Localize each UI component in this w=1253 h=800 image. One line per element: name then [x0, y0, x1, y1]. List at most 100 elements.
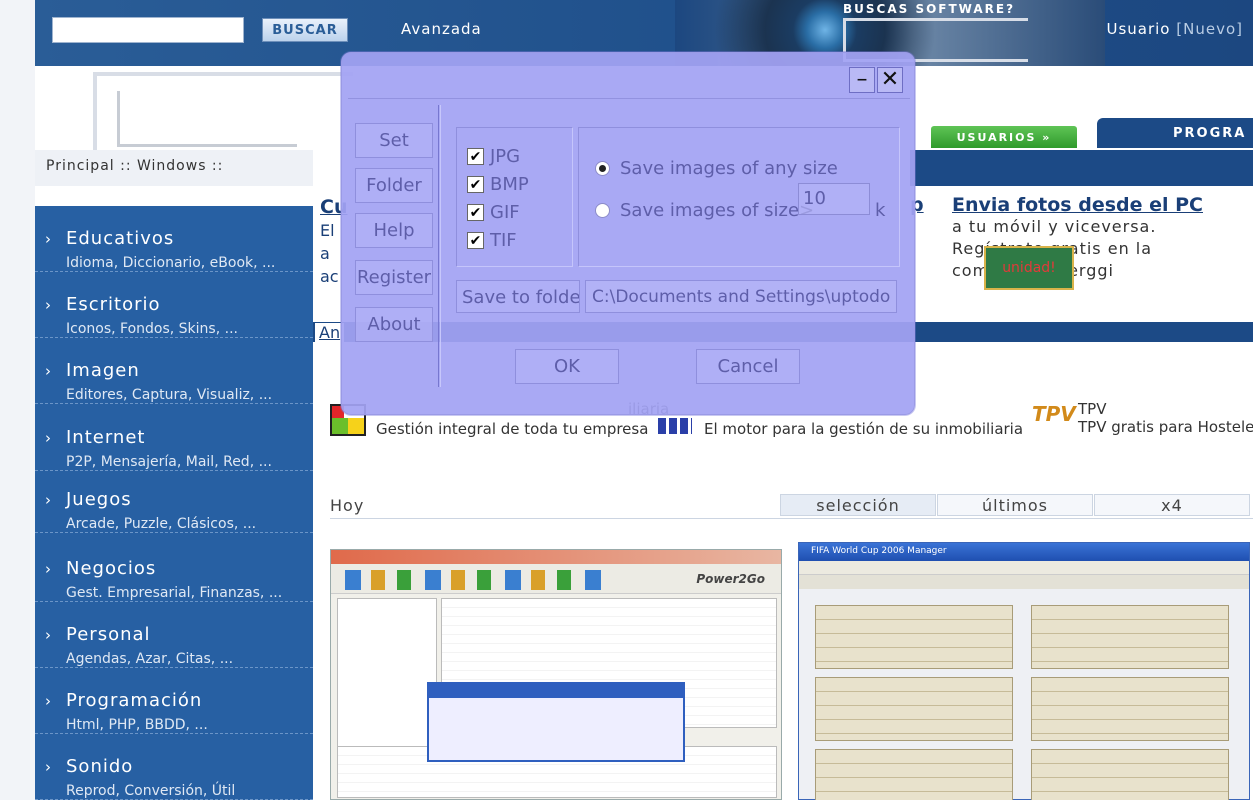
checkmark-icon: ✔ [467, 148, 484, 165]
tab-programas[interactable]: PROGRA [1097, 118, 1253, 148]
sidebar-item-juegos[interactable]: › Juegos Arcade, Puzzle, Clásicos, ... [35, 467, 313, 533]
sidebar-item-personal[interactable]: › Personal Agendas, Azar, Citas, ... [35, 602, 313, 668]
category-subtitle: Gest. Empresarial, Finanzas, ... [66, 585, 283, 601]
tab-ultimos[interactable]: últimos [937, 494, 1093, 516]
checkmark-icon: ✔ [467, 204, 484, 221]
radio-empty-icon [595, 203, 610, 218]
about-button[interactable]: About [355, 307, 433, 342]
group-table [1031, 605, 1229, 669]
chevron-right-icon: › [45, 295, 52, 314]
sidebar-item-sonido[interactable]: › Sonido Reprod, Conversión, Útil [35, 734, 313, 800]
chevron-right-icon: › [45, 490, 52, 509]
chevron-right-icon: › [45, 691, 52, 710]
category-sidebar: › Educativos Idioma, Diccionario, eBook, … [35, 206, 313, 800]
tab-usuarios[interactable]: USUARIOS » [931, 126, 1077, 148]
category-title: Educativos [66, 228, 175, 249]
category-title: Escritorio [66, 294, 161, 315]
chevron-right-icon: › [45, 361, 52, 380]
promo-sticker: unidad! [984, 246, 1074, 290]
category-title: Personal [66, 624, 151, 645]
folder-path-field[interactable]: C:\Documents and Settings\uptodo [585, 280, 897, 313]
tab-x4[interactable]: x4 [1094, 494, 1250, 516]
radio-label: Save images of size> [620, 200, 815, 221]
category-title: Juegos [66, 489, 132, 510]
breadcrumb[interactable]: Principal :: Windows :: [46, 158, 223, 174]
user-label: Usuario [1106, 20, 1171, 38]
dialog-titlebar[interactable]: – ✕ [342, 53, 914, 97]
group-table [1031, 677, 1229, 741]
search-button[interactable]: BUSCAR [262, 18, 348, 42]
sidebar-item-imagen[interactable]: › Imagen Editores, Captura, Visualiz, ... [35, 338, 313, 404]
user-menu[interactable]: Usuario [Nuevo] [1106, 20, 1243, 38]
save-to-folder-button[interactable]: Save to folder [456, 280, 580, 313]
category-title: Negocios [66, 558, 157, 579]
left-gutter [0, 0, 35, 800]
thumbnail-dialog [427, 682, 685, 762]
search-input[interactable] [52, 17, 244, 43]
ok-button[interactable]: OK [515, 349, 619, 384]
category-title: Programación [66, 690, 203, 711]
sidebar-item-escritorio[interactable]: › Escritorio Iconos, Fondos, Skins, ... [35, 272, 313, 338]
close-icon[interactable]: ✕ [877, 67, 903, 93]
category-title: Internet [66, 427, 146, 448]
thumbnail-brand: Power2Go [696, 572, 765, 586]
cancel-button[interactable]: Cancel [696, 349, 800, 384]
help-button[interactable]: Help [355, 213, 433, 248]
register-button[interactable]: Register [355, 260, 433, 295]
sidebar-item-negocios[interactable]: › Negocios Gest. Empresarial, Finanzas, .… [35, 536, 313, 602]
dialog-separator [438, 105, 441, 387]
category-title: Imagen [66, 360, 140, 381]
header-strip [910, 150, 1253, 186]
promo-right-title: Envia fotos desde el PC [952, 194, 1203, 216]
size-unit-label: k [875, 200, 886, 221]
thumbnail-tabs [799, 575, 1249, 589]
thumbnail-menubar [799, 561, 1249, 575]
ad-title: TPV [1078, 400, 1107, 418]
gif-checkbox[interactable]: ✔ GIF [467, 202, 520, 223]
chevron-right-icon: › [45, 229, 52, 248]
minimize-icon[interactable]: – [849, 67, 875, 93]
checkbox-label: JPG [490, 146, 521, 167]
new-user-link[interactable]: [Nuevo] [1176, 20, 1243, 38]
category-subtitle: Idioma, Diccionario, eBook, ... [66, 255, 276, 271]
checkbox-label: GIF [490, 202, 520, 223]
ad-text: TPV gratis para Hostelería [1078, 418, 1253, 436]
checkmark-icon: ✔ [467, 232, 484, 249]
advanced-search-link[interactable]: Avanzada [401, 20, 482, 38]
thumbnail-titlebar [331, 550, 781, 564]
category-subtitle: Arcade, Puzzle, Clásicos, ... [66, 516, 257, 532]
today-label: Hoy [330, 496, 365, 515]
thumbnail-tree-pane [337, 598, 437, 748]
thumbnail-fifa[interactable]: FIFA World Cup 2006 Manager [798, 542, 1250, 800]
min-size-input[interactable]: 10 [798, 183, 870, 215]
thumbnail-fifa-title: FIFA World Cup 2006 Manager [799, 543, 1249, 561]
sidebar-item-programacion[interactable]: › Programación Html, PHP, BBDD, ... [35, 668, 313, 734]
bmp-checkbox[interactable]: ✔ BMP [467, 174, 529, 195]
category-subtitle: Html, PHP, BBDD, ... [66, 717, 208, 733]
category-subtitle: Editores, Captura, Visualiz, ... [66, 387, 273, 403]
radio-label: Save images of any size [620, 158, 838, 179]
browser-page: BUSCAR Avanzada BUSCAS SOFTWARE? Usuario… [0, 0, 1253, 800]
sidebar-item-internet[interactable]: › Internet P2P, Mensajería, Mail, Red, ..… [35, 405, 313, 471]
category-subtitle: Iconos, Fondos, Skins, ... [66, 321, 238, 337]
chevron-right-icon: › [45, 559, 52, 578]
jpg-checkbox[interactable]: ✔ JPG [467, 146, 520, 167]
tab-seleccion[interactable]: selección [780, 494, 936, 516]
tif-checkbox[interactable]: ✔ TIF [467, 230, 517, 251]
thumbnail-power2go[interactable]: Power2Go [330, 549, 782, 800]
any-size-radio[interactable]: Save images of any size [595, 158, 838, 179]
content-tabs: Hoy selección últimos x4 [330, 494, 1253, 518]
ad-tpv[interactable]: TPV TPV TPV gratis para Hostelería [1032, 400, 1253, 436]
tpv-logo-icon: TPV [1032, 402, 1076, 426]
checkbox-label: BMP [490, 174, 529, 195]
sidebar-item-educativos[interactable]: › Educativos Idioma, Diccionario, eBook, … [35, 206, 313, 272]
set-button[interactable]: Set [355, 123, 433, 158]
folder-button[interactable]: Folder [355, 168, 433, 203]
group-table [815, 677, 1013, 741]
site-logo-shape [117, 91, 297, 147]
an-link[interactable]: An [315, 323, 345, 342]
thumbnail-toolbar: Power2Go [331, 564, 781, 594]
format-group: ✔ JPG ✔ BMP ✔ GIF ✔ TIF [456, 127, 573, 267]
radio-selected-icon [595, 161, 610, 176]
min-size-radio[interactable]: Save images of size> [595, 200, 814, 221]
